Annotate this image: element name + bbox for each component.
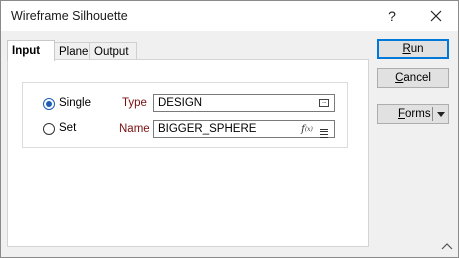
name-field[interactable]: BIGGER_SPHERE f (x): [153, 120, 335, 138]
set-radio-label[interactable]: Set: [59, 122, 76, 134]
single-radio-label[interactable]: Single: [59, 97, 91, 109]
function-icon[interactable]: f (x): [300, 122, 314, 136]
close-button[interactable]: [414, 1, 458, 31]
input-group-box: Single Set Type DESIGN ... Name BIGGER_S…: [22, 82, 348, 148]
type-field-value: DESIGN: [158, 97, 203, 109]
input-tab-panel: Single Set Type DESIGN ... Name BIGGER_S…: [7, 59, 369, 247]
run-button-label: Run: [402, 43, 424, 55]
cancel-button[interactable]: Cancel: [377, 68, 449, 88]
set-radio[interactable]: [43, 123, 55, 135]
help-button[interactable]: ?: [370, 1, 414, 31]
forms-button[interactable]: Forms: [377, 104, 449, 124]
ellipsis-browse-icon[interactable]: ...: [317, 96, 331, 110]
name-field-value: BIGGER_SPHERE: [158, 123, 257, 135]
dialog-window: Wireframe Silhouette ? Input Plane Outpu…: [0, 0, 459, 258]
run-button[interactable]: Run: [377, 39, 449, 59]
forms-button-label: Forms: [398, 108, 431, 120]
list-icon[interactable]: [318, 122, 330, 138]
title-bar: Wireframe Silhouette ?: [1, 1, 458, 31]
type-label: Type: [122, 97, 147, 109]
tab-input[interactable]: Input: [7, 40, 55, 61]
single-radio[interactable]: [43, 98, 55, 110]
type-field[interactable]: DESIGN ...: [153, 94, 335, 112]
chevron-up-icon[interactable]: [441, 241, 453, 251]
cancel-button-label: Cancel: [395, 72, 431, 84]
forms-divider: [432, 107, 433, 121]
close-icon: [430, 10, 442, 22]
window-title: Wireframe Silhouette: [11, 9, 128, 23]
name-label: Name: [119, 123, 150, 135]
dropdown-arrow-icon[interactable]: [437, 112, 445, 117]
